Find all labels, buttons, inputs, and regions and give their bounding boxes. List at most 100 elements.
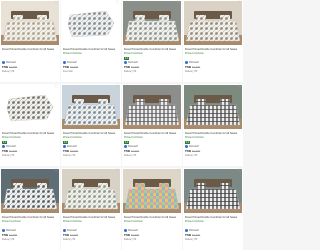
product-card[interactable]: ♡ Duvet Printed Double Comforter for All…: [183, 168, 243, 250]
verified-icon: [63, 229, 66, 232]
price-row: ₹799₹1,999: [2, 234, 17, 237]
verified-icon: [185, 145, 188, 148]
verified-icon: [63, 145, 66, 148]
price: ₹799: [124, 66, 130, 69]
wishlist-heart-icon[interactable]: ♡: [237, 85, 242, 90]
product-image[interactable]: [1, 85, 59, 129]
seller-row: Rotrose8: [124, 61, 138, 64]
product-subtitle: Printed Comforter: [185, 220, 204, 223]
wishlist-heart-icon[interactable]: ♡: [176, 169, 181, 174]
wishlist-heart-icon[interactable]: ♡: [237, 1, 242, 6]
delivery-text: Delivery ₹0: [124, 154, 137, 157]
price-row: ₹799₹1,999: [2, 66, 17, 69]
rating-badge: 4.1: [185, 141, 191, 144]
wishlist-heart-icon[interactable]: ♡: [54, 85, 59, 90]
product-title[interactable]: Duvet Printed Double Comforter for All S…: [2, 48, 58, 51]
rating-row: 4.1: [124, 141, 130, 144]
product-card[interactable]: ♡ Duvet Printed Double Comforter for All…: [183, 84, 243, 166]
product-card[interactable]: ♡ Duvet Printed Double Comforter for All…: [122, 84, 182, 166]
product-image[interactable]: [1, 169, 59, 213]
seller-row: Rotrose8: [124, 145, 138, 148]
product-title[interactable]: Duvet Printed Double Comforter for All S…: [63, 48, 119, 51]
product-subtitle: Printed Comforter: [185, 52, 204, 55]
product-card[interactable]: ♡ Duvet Printed Double Comforter for All…: [122, 0, 182, 82]
mrp: ₹1,999: [8, 234, 18, 237]
product-image[interactable]: [184, 169, 242, 213]
product-image[interactable]: [62, 1, 120, 45]
wishlist-heart-icon[interactable]: ♡: [115, 1, 120, 6]
product-card[interactable]: ♡ Duvet Printed Double Comforter for All…: [122, 168, 182, 250]
seller-name: Rotrose8: [128, 145, 138, 149]
price-row: ₹799₹1,999: [63, 66, 78, 69]
wishlist-heart-icon[interactable]: ♡: [176, 85, 181, 90]
product-grid: ♡ Duvet Printed Double Comforter for All…: [0, 0, 244, 250]
product-image[interactable]: [123, 169, 181, 213]
price: ₹799: [185, 66, 191, 69]
seller-name: Rotrose8: [189, 229, 199, 233]
product-title[interactable]: Duvet Printed Double Comforter for All S…: [63, 216, 119, 219]
rating-row: 4.1: [63, 141, 69, 144]
wishlist-heart-icon[interactable]: ♡: [54, 169, 59, 174]
price: ₹799: [124, 150, 130, 153]
mrp: ₹1,999: [191, 150, 201, 153]
mrp: ₹1,999: [191, 234, 201, 237]
product-image[interactable]: [184, 85, 242, 129]
product-card[interactable]: ♡ Duvet Printed Double Comforter for All…: [183, 0, 243, 82]
verified-icon: [124, 145, 127, 148]
product-title[interactable]: Duvet Printed Double Comforter for All S…: [2, 132, 58, 135]
product-card[interactable]: ♡ Duvet Printed Double Comforter for All…: [61, 0, 121, 82]
wishlist-heart-icon[interactable]: ♡: [176, 1, 181, 6]
wishlist-heart-icon[interactable]: ♡: [115, 169, 120, 174]
delivery-text: Delivery ₹0: [2, 238, 15, 241]
product-image[interactable]: [123, 85, 181, 129]
product-subtitle: Printed Comforter: [63, 136, 82, 139]
product-title[interactable]: Duvet Printed Double Comforter for All S…: [124, 132, 180, 135]
product-title[interactable]: Duvet Printed Double Comforter for All S…: [185, 48, 241, 51]
mrp: ₹1,999: [69, 234, 79, 237]
product-card[interactable]: ♡ Duvet Printed Double Comforter for All…: [0, 84, 60, 166]
seller-name: Rotrose8: [67, 61, 77, 65]
price-row: ₹799₹1,999: [124, 150, 139, 153]
price-row: ₹799₹1,999: [185, 234, 200, 237]
verified-icon: [63, 61, 66, 64]
price-row: ₹799₹1,999: [185, 66, 200, 69]
product-image[interactable]: [184, 1, 242, 45]
product-title[interactable]: Duvet Printed Double Comforter for All S…: [185, 216, 241, 219]
mrp: ₹1,999: [191, 66, 201, 69]
seller-name: Rotrose8: [67, 145, 77, 149]
wishlist-heart-icon[interactable]: ♡: [237, 169, 242, 174]
product-card[interactable]: ♡ Duvet Printed Double Comforter for All…: [61, 168, 121, 250]
mrp: ₹1,999: [130, 150, 140, 153]
delivery-text: Delivery ₹0: [185, 154, 198, 157]
product-image[interactable]: [1, 1, 59, 45]
product-card[interactable]: ♡ Duvet Printed Double Comforter for All…: [61, 84, 121, 166]
rating-badge: 4.1: [124, 57, 130, 60]
mrp: ₹1,999: [69, 66, 79, 69]
wishlist-heart-icon[interactable]: ♡: [54, 1, 59, 6]
price-row: ₹799₹1,999: [124, 234, 139, 237]
price: ₹799: [63, 66, 69, 69]
verified-icon: [2, 145, 5, 148]
price: ₹799: [124, 234, 130, 237]
mrp: ₹1,999: [8, 66, 18, 69]
product-title[interactable]: Duvet Printed Double Comforter for All S…: [124, 48, 180, 51]
product-card[interactable]: ♡ Duvet Printed Double Comforter for All…: [0, 0, 60, 82]
delivery-text: Delivery ₹0: [185, 238, 198, 241]
product-image[interactable]: [123, 1, 181, 45]
verified-icon: [2, 229, 5, 232]
wishlist-heart-icon[interactable]: ♡: [115, 85, 120, 90]
product-title[interactable]: Duvet Printed Double Comforter for All S…: [2, 216, 58, 219]
product-image[interactable]: [62, 169, 120, 213]
product-title[interactable]: Duvet Printed Double Comforter for All S…: [124, 216, 180, 219]
price: ₹799: [185, 150, 191, 153]
mrp: ₹1,999: [130, 234, 140, 237]
product-image[interactable]: [62, 85, 120, 129]
seller-row: Rotrose8: [2, 61, 16, 64]
price-row: ₹799₹1,999: [185, 150, 200, 153]
product-title[interactable]: Duvet Printed Double Comforter for All S…: [185, 132, 241, 135]
delivery-text: Delivery ₹0: [185, 70, 198, 73]
rating-row: 4.1: [185, 141, 191, 144]
product-title[interactable]: Duvet Printed Double Comforter for All S…: [63, 132, 119, 135]
product-card[interactable]: ♡ Duvet Printed Double Comforter for All…: [0, 168, 60, 250]
delivery-text: Delivery ₹0: [63, 154, 76, 157]
